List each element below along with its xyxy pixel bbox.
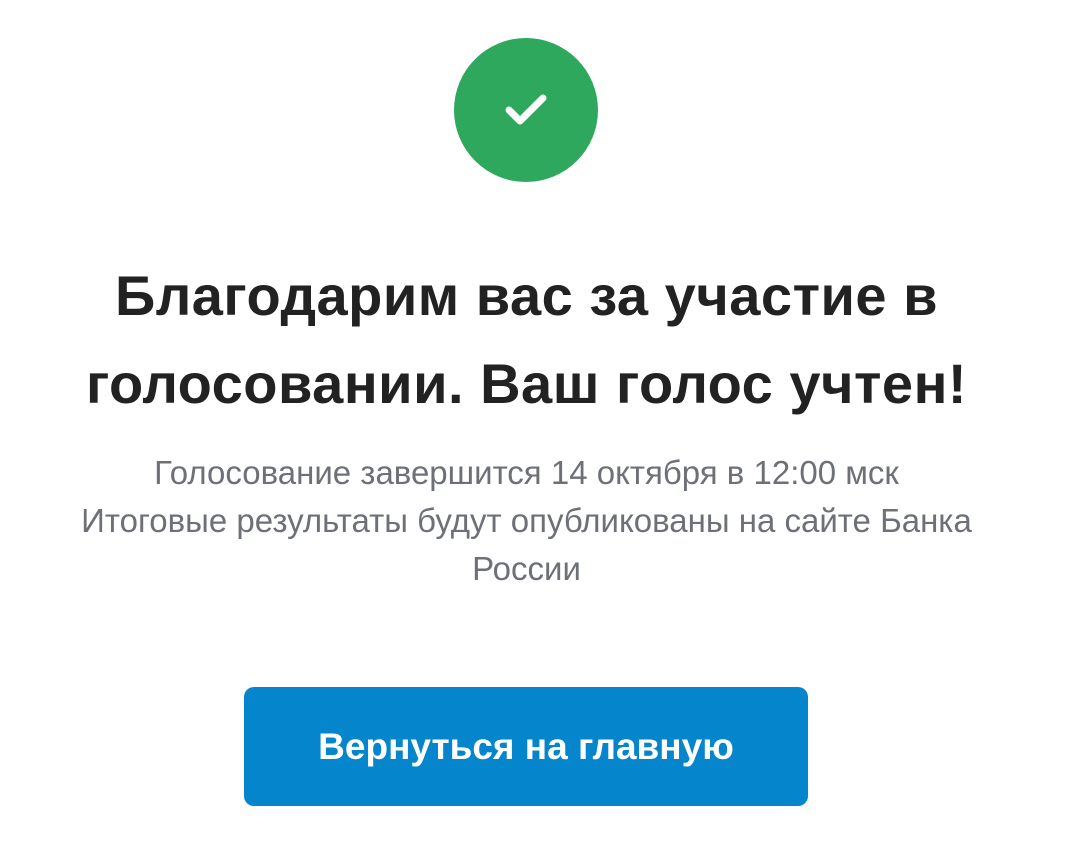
vote-confirmation-page: Благодарим вас за участие в голосовании.… xyxy=(0,0,1069,868)
check-icon xyxy=(505,94,547,125)
voting-end-text: Голосование завершится 14 октября в 12:0… xyxy=(154,454,899,491)
title-line-2: голосовании. Ваш голос учтен! xyxy=(85,352,968,415)
title-line-1: Благодарим вас за участие в xyxy=(114,264,939,327)
return-home-button[interactable]: Вернуться на главную xyxy=(244,687,808,806)
success-badge xyxy=(454,38,598,182)
page-title: Благодарим вас за участие в голосовании.… xyxy=(0,252,1053,428)
results-publication-text-cont: России xyxy=(472,550,581,587)
results-publication-text: Итоговые результаты будут опубликованы н… xyxy=(81,502,972,539)
voting-info: Голосование завершится 14 октября в 12:0… xyxy=(0,449,1053,593)
